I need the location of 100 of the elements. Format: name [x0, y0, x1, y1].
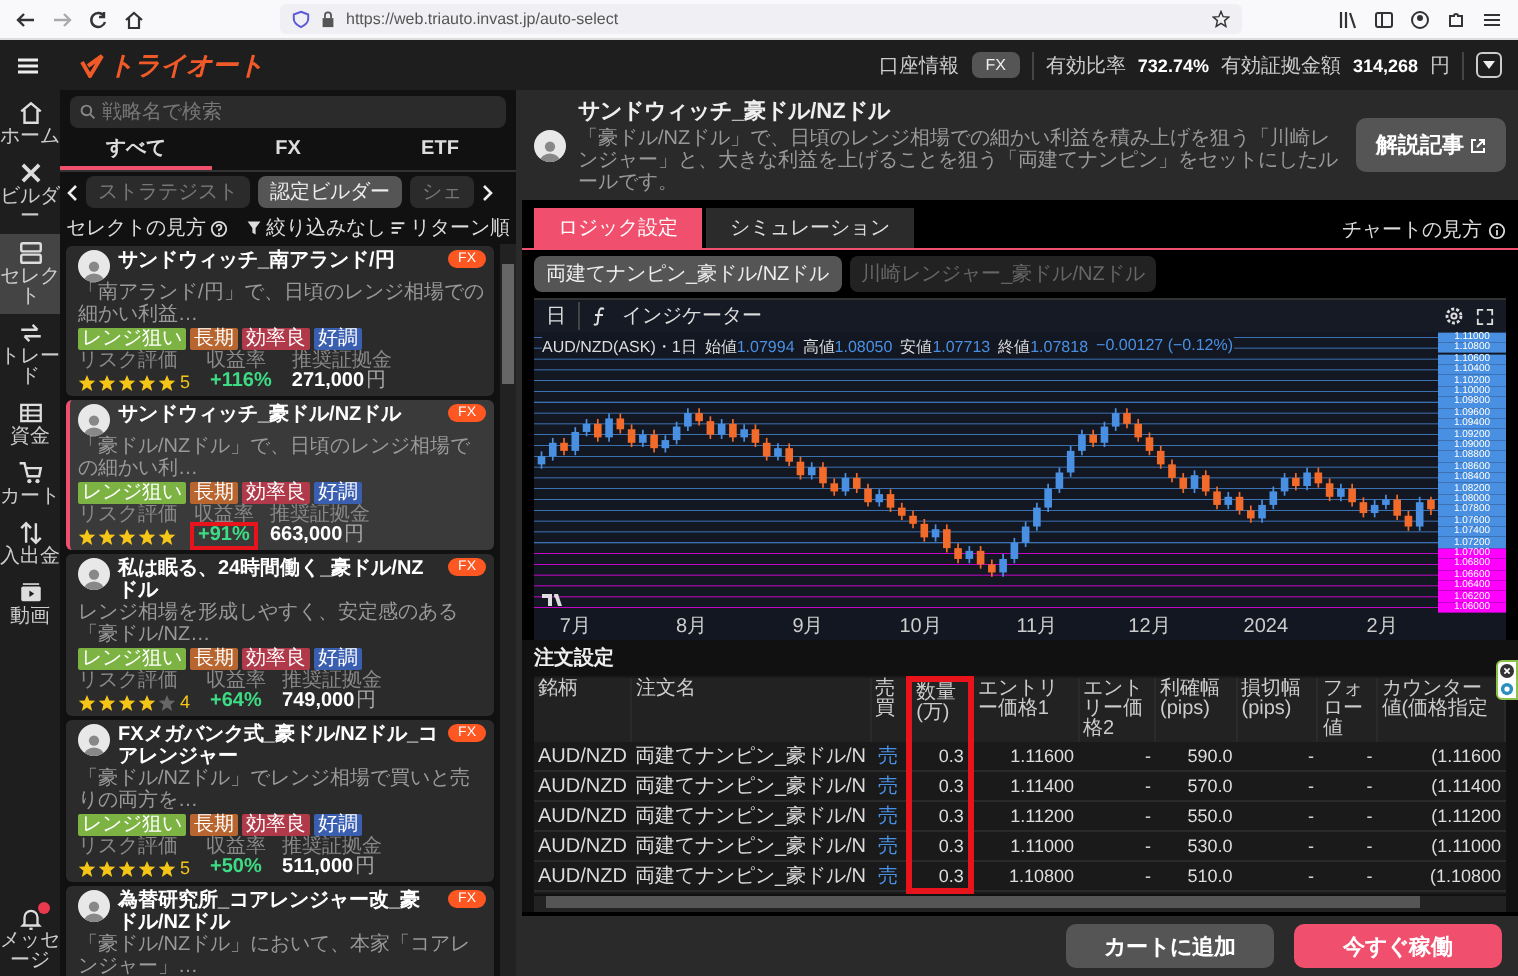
settings-icon[interactable]	[1444, 306, 1464, 326]
cart-icon	[17, 460, 43, 486]
stat-label: 収益率	[194, 506, 254, 526]
candle	[898, 502, 906, 521]
filter-button[interactable]: 絞り込みなし	[266, 214, 386, 242]
table-cell: 1.10800	[970, 861, 1079, 891]
fullscreen-icon[interactable]	[1476, 307, 1494, 325]
indicator-button[interactable]: インジケーター	[622, 302, 762, 330]
table-cell: (1.11200	[1376, 801, 1505, 831]
avatar	[78, 724, 110, 756]
extensions-icon[interactable]	[1446, 9, 1466, 29]
category-tab[interactable]: すべて	[60, 130, 212, 170]
candle	[1168, 458, 1176, 483]
chevron-left-icon[interactable]	[66, 183, 78, 201]
candle	[1258, 499, 1266, 524]
table-cell: -	[1236, 742, 1318, 771]
scrollbar[interactable]	[534, 896, 1506, 912]
category-tab[interactable]: FX	[212, 130, 364, 170]
table-cell: 1.11400	[970, 771, 1079, 801]
table-cell: 両建てナンピン_豪ドル/N	[630, 801, 871, 831]
nav-label[interactable]: メッセージ	[0, 932, 60, 972]
menu-icon[interactable]	[1482, 9, 1502, 29]
scrollbar[interactable]	[500, 244, 516, 976]
category-tab[interactable]: ETF	[364, 130, 516, 170]
nav-item[interactable]: トレード	[0, 314, 60, 394]
menu-icon[interactable]	[16, 53, 40, 77]
candle	[695, 407, 703, 427]
logic-chip[interactable]: 両建てナンピン_豪ドル/NZドル	[534, 256, 842, 292]
chevron-right-icon[interactable]	[482, 183, 494, 201]
stat-label: 推奨証拠金	[282, 672, 383, 692]
column-header: フォロー値	[1317, 678, 1377, 742]
nav-item[interactable]: ホーム	[0, 94, 60, 154]
star-icon	[158, 373, 176, 391]
chart-guide-link[interactable]: チャートの見方	[1342, 216, 1482, 244]
tag: 長期	[190, 814, 238, 836]
sort-button[interactable]: リターン順	[410, 214, 510, 242]
tag: 好調	[314, 814, 362, 836]
interval-button[interactable]: 日	[546, 302, 566, 330]
logo-text: トライオート	[108, 47, 264, 83]
back-icon[interactable]	[16, 9, 36, 29]
candle	[1348, 483, 1356, 508]
account-icon[interactable]	[1410, 9, 1430, 29]
table-cell: 0.3	[909, 742, 971, 771]
reload-icon[interactable]	[88, 9, 108, 29]
candle	[594, 418, 602, 443]
nav-item[interactable]: 入出金	[0, 514, 60, 574]
sidebar-icon[interactable]	[1374, 9, 1394, 29]
view-tab[interactable]: シミュレーション	[706, 208, 914, 248]
return-value: +91%	[194, 526, 254, 546]
card-title: 私は眠る、24時間働く_豪ドル/NZドル	[118, 558, 426, 602]
candle	[560, 437, 568, 456]
help-icon[interactable]	[210, 219, 228, 237]
circle-icon[interactable]	[1500, 681, 1514, 695]
price-change: −0.00127 (−0.12%)	[1096, 336, 1234, 358]
library-icon[interactable]	[1338, 9, 1358, 29]
candle	[1213, 485, 1221, 510]
nav-item[interactable]: ビルダー	[0, 154, 60, 234]
cards-icon	[17, 240, 43, 266]
stat-label: 推奨証拠金	[270, 506, 370, 526]
nav-item[interactable]: 資金	[0, 394, 60, 454]
address-bar[interactable]: https://web.triauto.invast.jp/auto-select	[280, 4, 1242, 34]
add-to-cart-button[interactable]: カートに追加	[1066, 924, 1274, 968]
candle	[1247, 504, 1255, 524]
external-link-icon	[1470, 137, 1486, 153]
home-icon[interactable]	[124, 9, 144, 29]
search-field[interactable]: 戦略名で検索	[70, 96, 506, 128]
filter-chip[interactable]: 認定ビルダー	[258, 176, 402, 208]
account-type-badge[interactable]: FX	[971, 52, 1020, 78]
star-icon	[138, 693, 156, 711]
rating-number: 4	[180, 692, 191, 712]
guide-link[interactable]: セレクトの見方	[66, 214, 206, 242]
table-cell: 530.0	[1154, 831, 1237, 861]
function-icon[interactable]	[592, 306, 610, 326]
logo-mark-icon	[80, 53, 104, 77]
currency-unit: 円	[344, 526, 365, 546]
article-button[interactable]: 解説記事	[1356, 118, 1506, 172]
candle	[1292, 472, 1300, 491]
table-cell: (1.10800	[1376, 861, 1505, 891]
candle	[650, 429, 658, 454]
nav-item[interactable]: 動画	[0, 574, 60, 634]
table-cell: AUD/NZD	[534, 742, 631, 771]
tag: 効率良	[242, 482, 310, 504]
filter-icon[interactable]	[246, 220, 262, 236]
close-icon[interactable]	[1500, 663, 1514, 677]
info-icon[interactable]	[1488, 221, 1506, 239]
bookmark-star-icon[interactable]	[1212, 10, 1230, 28]
margin-value: 271,000	[291, 372, 365, 392]
candle	[1303, 467, 1311, 491]
sort-icon[interactable]	[390, 220, 406, 236]
tag: 効率良	[242, 328, 310, 350]
candle	[1123, 407, 1131, 429]
card-description: 「豪ドル/NZドル」で、日頃のレンジ相場での細かい利…	[78, 438, 473, 480]
table-cell: -	[1236, 801, 1318, 831]
nav-item[interactable]: カート	[0, 454, 60, 514]
nav-item[interactable]: セレクト	[0, 234, 60, 314]
symbol-label: AUD/NZD(ASK)・1日	[542, 336, 697, 358]
lock-icon	[320, 10, 336, 28]
card-title: サンドウィッチ_豪ドル/NZドル	[118, 404, 404, 426]
tag: 好調	[314, 648, 362, 670]
dropdown-button[interactable]	[1476, 52, 1502, 78]
